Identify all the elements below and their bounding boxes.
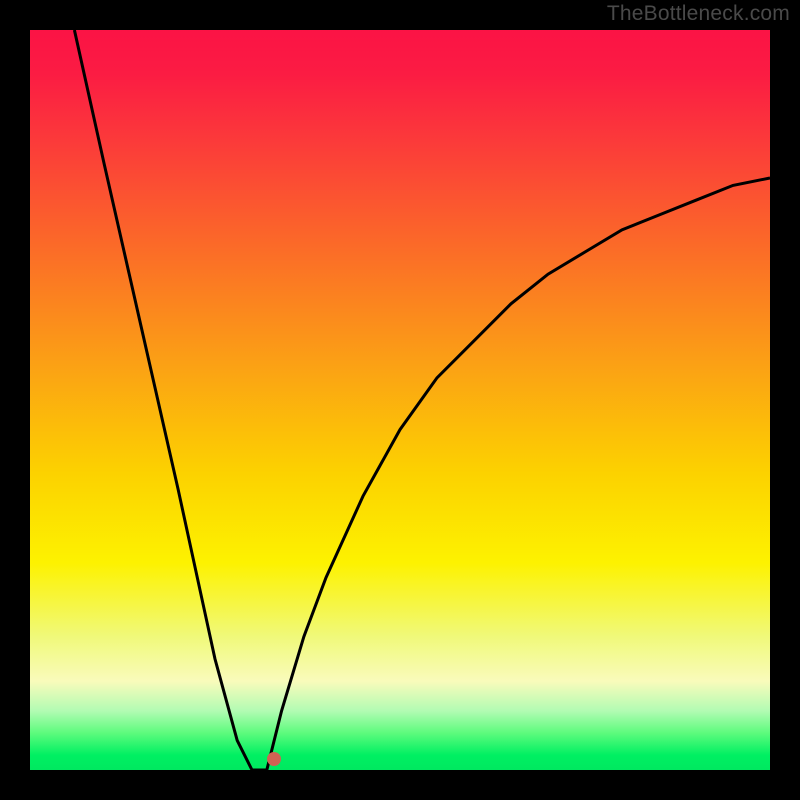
chart-frame: TheBottleneck.com: [0, 0, 800, 800]
bottleneck-curve: [30, 30, 770, 770]
attribution-text: TheBottleneck.com: [607, 2, 790, 26]
curve-right-branch: [267, 178, 770, 770]
plot-area: [30, 30, 770, 770]
curve-left-branch: [74, 30, 266, 770]
minimum-marker: [267, 752, 281, 766]
